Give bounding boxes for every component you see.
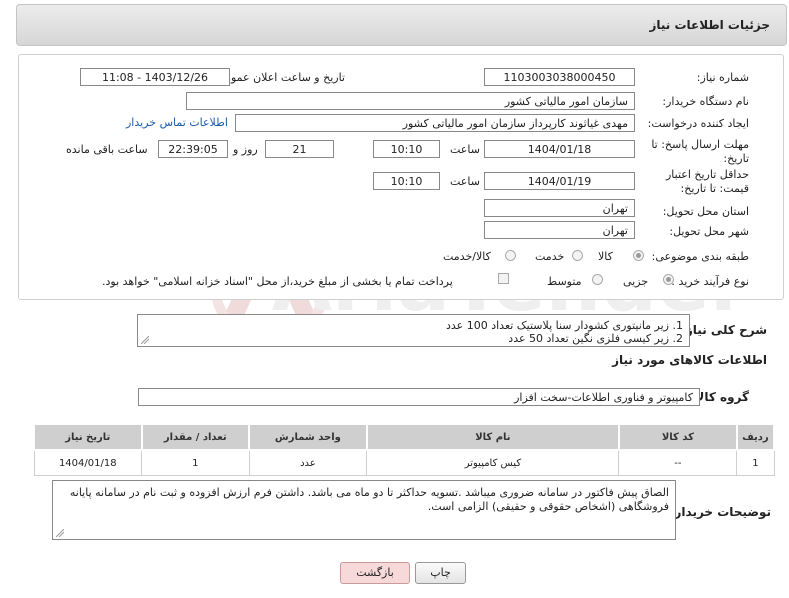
treasury-payment-checkbox[interactable]: [498, 273, 509, 284]
delivery-city-field: تهران: [484, 221, 635, 239]
back-button[interactable]: بازگشت: [340, 562, 410, 584]
buyer-notes-text: الصاق پیش فاکتور در سامانه ضروری میباشد …: [69, 486, 669, 513]
general-desc-label: شرح کلی نیاز:: [681, 323, 767, 337]
category-radio-service[interactable]: [572, 250, 583, 261]
reply-deadline-label: مهلت ارسال پاسخ: تا تاریخ:: [651, 138, 749, 165]
print-button[interactable]: چاپ: [415, 562, 466, 584]
resize-handle-icon[interactable]: [56, 529, 64, 537]
general-desc-line-2: 2. زیر کیسی فلزی نگین تعداد 50 عدد: [508, 332, 683, 345]
category-option-goods-service: کالا/خدمت: [443, 250, 491, 263]
category-option-goods: کالا: [598, 250, 613, 263]
reply-days-field: 21: [265, 140, 334, 158]
price-validity-time-field: 10:10: [373, 172, 440, 190]
table-header-row: ردیف کد کالا نام کالا واحد شمارش تعداد /…: [33, 423, 776, 451]
category-option-service: خدمت: [535, 250, 565, 263]
treasury-payment-note: پرداخت تمام یا بخشی از مبلغ خرید،از محل …: [102, 275, 453, 288]
category-radio-goods-service[interactable]: [505, 250, 516, 261]
buyer-org-field: سازمان امور مالیاتی کشور: [186, 92, 635, 110]
reply-time-field: 10:10: [373, 140, 440, 158]
buyer-notes-label: توضیحات خریدار:: [669, 505, 771, 519]
buyer-notes-field: الصاق پیش فاکتور در سامانه ضروری میباشد …: [52, 480, 676, 540]
col-header-row: ردیف: [735, 423, 776, 451]
resize-handle-icon[interactable]: [141, 336, 149, 344]
purchase-type-label: نوع فرآیند خرید :: [671, 275, 749, 288]
purchase-option-minor: جزیی: [623, 275, 649, 288]
col-header-name: نام کالا: [365, 423, 620, 451]
cell-row: 1: [736, 449, 775, 476]
goods-group-field: کامپیوتر و فناوری اطلاعات-سخت افزار: [138, 388, 700, 406]
price-validity-label: حداقل تاریخ اعتبار قیمت: تا تاریخ:: [665, 168, 749, 195]
days-label: روز و: [233, 143, 258, 156]
purchase-radio-minor[interactable]: [663, 274, 674, 285]
cell-code: --: [618, 449, 738, 476]
remaining-time-field: 22:39:05: [158, 140, 228, 158]
creator-field: مهدی غیاثوند کارپرداز سازمان امور مالیات…: [235, 114, 635, 132]
cell-quantity: 1: [141, 449, 250, 476]
col-header-quantity: تعداد / مقدار: [140, 423, 251, 451]
price-validity-time-label: ساعت: [450, 175, 480, 188]
general-desc-line-1: 1. زیر مانیتوری کشودار سنا پلاستیک تعداد…: [445, 319, 683, 332]
delivery-city-label: شهر محل تحویل:: [669, 225, 749, 238]
category-label: طبقه بندی موضوعی:: [651, 250, 749, 263]
need-number-field: 1103003038000450: [484, 68, 635, 86]
page-title: جزئیات اطلاعات نیاز: [649, 18, 770, 32]
col-header-code: کد کالا: [617, 423, 738, 451]
goods-info-title: اطلاعات کالاهای مورد نیاز: [612, 353, 767, 367]
purchase-option-medium: متوسط: [547, 275, 582, 288]
buyer-contact-link[interactable]: اطلاعات تماس خریدار: [126, 116, 228, 129]
purchase-radio-medium[interactable]: [592, 274, 603, 285]
delivery-province-label: استان محل تحویل:: [662, 205, 749, 218]
table-row: 1 -- کیس کامپیوتر عدد 1 1404/01/18: [33, 449, 775, 476]
cell-need-date: 1404/01/18: [33, 449, 143, 476]
cell-unit: عدد: [248, 449, 368, 476]
category-radio-goods[interactable]: [633, 250, 644, 261]
col-header-unit: واحد شمارش: [248, 423, 368, 451]
reply-date-field: 1404/01/18: [484, 140, 635, 158]
cell-name: کیس کامپیوتر: [366, 449, 620, 476]
buyer-org-label: نام دستگاه خریدار:: [662, 95, 749, 108]
creator-label: ایجاد کننده درخواست:: [647, 117, 749, 130]
remaining-label: ساعت باقی مانده: [66, 143, 148, 156]
reply-time-label: ساعت: [450, 143, 480, 156]
page-header: جزئیات اطلاعات نیاز: [16, 4, 787, 46]
announce-field: 1403/12/26 - 11:08: [80, 68, 230, 86]
announce-label: تاریخ و ساعت اعلان عمومی:: [212, 71, 345, 84]
general-desc-field: 1. زیر مانیتوری کشودار سنا پلاستیک تعداد…: [137, 314, 690, 347]
price-validity-date-field: 1404/01/19: [484, 172, 635, 190]
delivery-province-field: تهران: [484, 199, 635, 217]
need-number-label: شماره نیاز:: [696, 71, 749, 84]
goods-table: ردیف کد کالا نام کالا واحد شمارش تعداد /…: [33, 423, 776, 476]
col-header-need-date: تاریخ نیاز: [33, 423, 143, 451]
